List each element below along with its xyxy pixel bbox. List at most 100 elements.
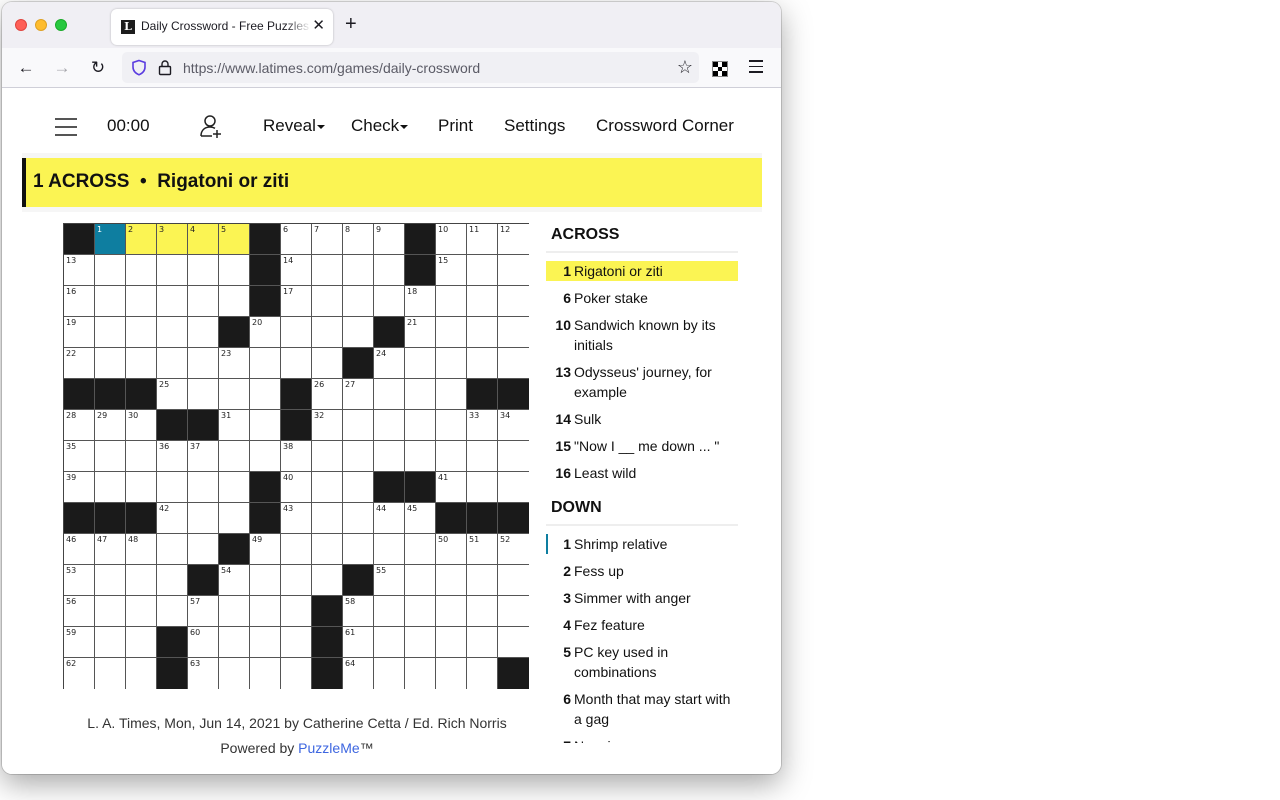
settings-button[interactable]: Settings [504,116,565,136]
grid-cell[interactable] [436,410,467,441]
grid-cell[interactable]: 30 [126,410,157,441]
grid-cell[interactable]: 56 [64,596,95,627]
grid-cell[interactable] [374,534,405,565]
grid-cell[interactable] [467,286,498,317]
reveal-menu-button[interactable]: Reveal [263,116,325,136]
maximize-window-button[interactable] [55,19,67,31]
grid-cell[interactable] [219,503,250,534]
grid-cell[interactable] [126,565,157,596]
grid-cell[interactable]: 32 [312,410,343,441]
grid-cell[interactable] [157,348,188,379]
grid-cell[interactable] [157,317,188,348]
grid-cell[interactable]: 1 [95,224,126,255]
grid-cell[interactable] [374,441,405,472]
grid-cell[interactable]: 53 [64,565,95,596]
shield-icon[interactable] [131,59,147,81]
grid-cell[interactable] [436,348,467,379]
grid-cell[interactable]: 23 [219,348,250,379]
grid-cell[interactable] [312,503,343,534]
grid-cell[interactable] [126,658,157,689]
grid-cell[interactable] [188,317,219,348]
grid-cell[interactable]: 41 [436,472,467,503]
grid-cell[interactable]: 63 [188,658,219,689]
grid-cell[interactable] [467,317,498,348]
grid-cell[interactable] [436,317,467,348]
grid-cell[interactable] [405,658,436,689]
grid-cell[interactable] [157,286,188,317]
grid-cell[interactable] [374,596,405,627]
grid-cell[interactable] [95,565,126,596]
grid-cell[interactable]: 46 [64,534,95,565]
grid-cell[interactable]: 16 [64,286,95,317]
grid-cell[interactable]: 22 [64,348,95,379]
grid-cell[interactable]: 11 [467,224,498,255]
grid-cell[interactable] [467,348,498,379]
url-text[interactable]: https://www.latimes.com/games/daily-cros… [183,60,480,76]
grid-cell[interactable] [405,565,436,596]
grid-cell[interactable] [126,596,157,627]
grid-cell[interactable]: 17 [281,286,312,317]
grid-cell[interactable] [405,534,436,565]
grid-cell[interactable]: 6 [281,224,312,255]
clue-list-panel[interactable]: ACROSS 1 Rigatoni or ziti 6 Poker stake 10 Sa… [546,223,738,743]
browser-menu-icon[interactable] [749,60,763,77]
grid-cell[interactable]: 28 [64,410,95,441]
print-button[interactable]: Print [438,116,473,136]
grid-cell[interactable]: 59 [64,627,95,658]
grid-cell[interactable] [188,503,219,534]
grid-cell[interactable] [312,286,343,317]
grid-cell[interactable]: 5 [219,224,250,255]
grid-cell[interactable] [405,410,436,441]
close-tab-icon[interactable]: ✕ [312,17,325,35]
grid-cell[interactable] [219,379,250,410]
grid-cell[interactable] [281,534,312,565]
down-clue-item[interactable]: 7Noggin [546,736,738,743]
grid-cell[interactable] [219,441,250,472]
grid-cell[interactable]: 36 [157,441,188,472]
grid-cell[interactable] [281,627,312,658]
grid-cell[interactable] [343,441,374,472]
grid-cell[interactable] [250,441,281,472]
grid-cell[interactable] [188,348,219,379]
grid-cell[interactable] [157,472,188,503]
grid-cell[interactable] [405,596,436,627]
grid-cell[interactable] [312,441,343,472]
back-arrow-icon[interactable]: ← [16,58,36,78]
across-clue-item[interactable]: 1 Rigatoni or ziti [546,261,738,281]
grid-cell[interactable] [498,286,529,317]
grid-cell[interactable] [436,596,467,627]
grid-cell[interactable] [250,565,281,596]
grid-cell[interactable]: 33 [467,410,498,441]
grid-cell[interactable] [374,627,405,658]
grid-cell[interactable] [95,472,126,503]
grid-cell[interactable] [343,317,374,348]
grid-cell[interactable] [126,286,157,317]
grid-cell[interactable] [343,410,374,441]
grid-cell[interactable]: 21 [405,317,436,348]
grid-cell[interactable] [95,286,126,317]
grid-cell[interactable]: 42 [157,503,188,534]
grid-cell[interactable] [157,596,188,627]
grid-cell[interactable] [95,596,126,627]
grid-cell[interactable] [219,255,250,286]
grid-cell[interactable] [374,379,405,410]
grid-cell[interactable]: 35 [64,441,95,472]
grid-cell[interactable]: 9 [374,224,405,255]
grid-cell[interactable] [312,317,343,348]
grid-cell[interactable] [219,286,250,317]
grid-cell[interactable] [312,472,343,503]
grid-cell[interactable]: 44 [374,503,405,534]
grid-cell[interactable] [467,658,498,689]
grid-cell[interactable] [95,348,126,379]
grid-cell[interactable] [374,658,405,689]
grid-cell[interactable] [188,255,219,286]
grid-cell[interactable] [250,596,281,627]
grid-cell[interactable] [343,534,374,565]
across-clue-item[interactable]: 16 Least wild [546,463,738,490]
grid-cell[interactable] [467,441,498,472]
grid-cell[interactable] [467,627,498,658]
grid-cell[interactable] [95,627,126,658]
crossword-extension-icon[interactable] [712,61,728,77]
grid-cell[interactable] [188,379,219,410]
grid-cell[interactable]: 50 [436,534,467,565]
